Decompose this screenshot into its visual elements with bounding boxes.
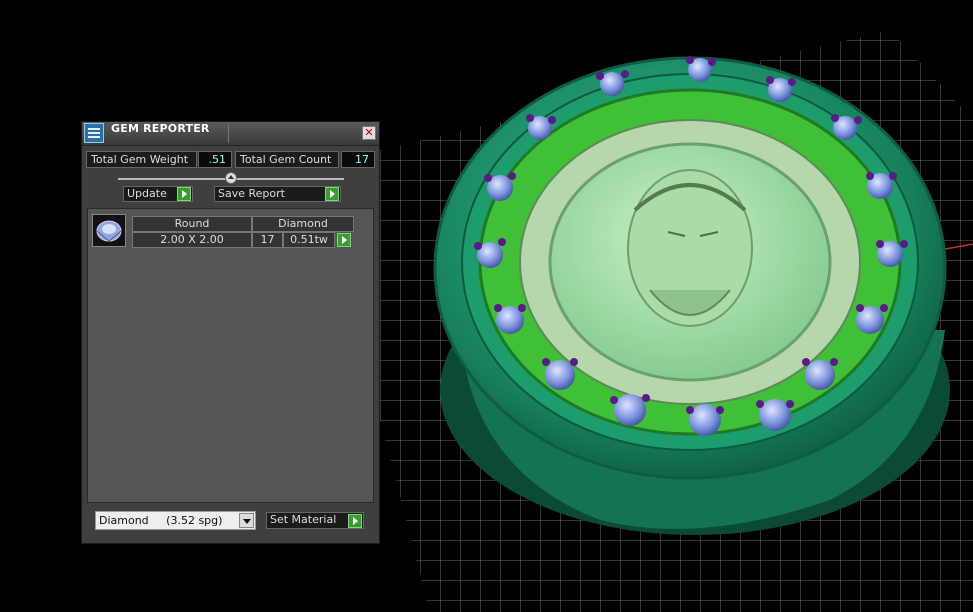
material-select[interactable]: Diamond (3.52 spg): [95, 511, 256, 530]
material-select-name: Diamond: [99, 514, 149, 527]
title-divider: [228, 124, 229, 143]
dropdown-arrow-icon[interactable]: [239, 513, 254, 528]
total-gem-weight-label: Total Gem Weight: [86, 151, 197, 168]
total-gem-count-label: Total Gem Count: [235, 151, 339, 168]
save-report-button-label: Save Report: [218, 187, 285, 200]
ring-model: [433, 56, 950, 535]
gem-cut: Round: [132, 216, 252, 232]
window-title: GEM REPORTER: [111, 122, 210, 135]
set-material-button[interactable]: Set Material: [266, 512, 364, 529]
play-arrow-icon[interactable]: [325, 187, 339, 201]
play-arrow-icon[interactable]: [348, 514, 362, 528]
save-report-button[interactable]: Save Report: [214, 186, 341, 202]
round-gem-icon: [92, 214, 126, 247]
gem-list[interactable]: Round Diamond 2.00 X 2.00 17 0.51tw: [87, 208, 374, 503]
update-button[interactable]: Update: [123, 186, 193, 202]
total-gem-count-value: 17: [341, 151, 375, 168]
total-gem-weight-value: .51: [198, 151, 232, 168]
play-arrow-icon[interactable]: [337, 233, 351, 247]
play-arrow-icon[interactable]: [177, 187, 191, 201]
slider-knob-icon[interactable]: [225, 172, 237, 184]
gem-reporter-window: GEM REPORTER ✕ Total Gem Weight .51 Tota…: [81, 121, 380, 544]
title-bar[interactable]: GEM REPORTER ✕: [82, 122, 379, 146]
gem-count: 17: [252, 232, 283, 248]
app-icon: [84, 123, 104, 143]
material-select-spg: (3.52 spg): [166, 514, 223, 527]
gem-weight: 0.51tw: [283, 232, 335, 248]
update-button-label: Update: [127, 187, 167, 200]
gem-material: Diamond: [252, 216, 354, 232]
gem-size: 2.00 X 2.00: [132, 232, 252, 248]
set-material-button-label: Set Material: [270, 513, 337, 526]
close-icon[interactable]: ✕: [362, 126, 376, 140]
